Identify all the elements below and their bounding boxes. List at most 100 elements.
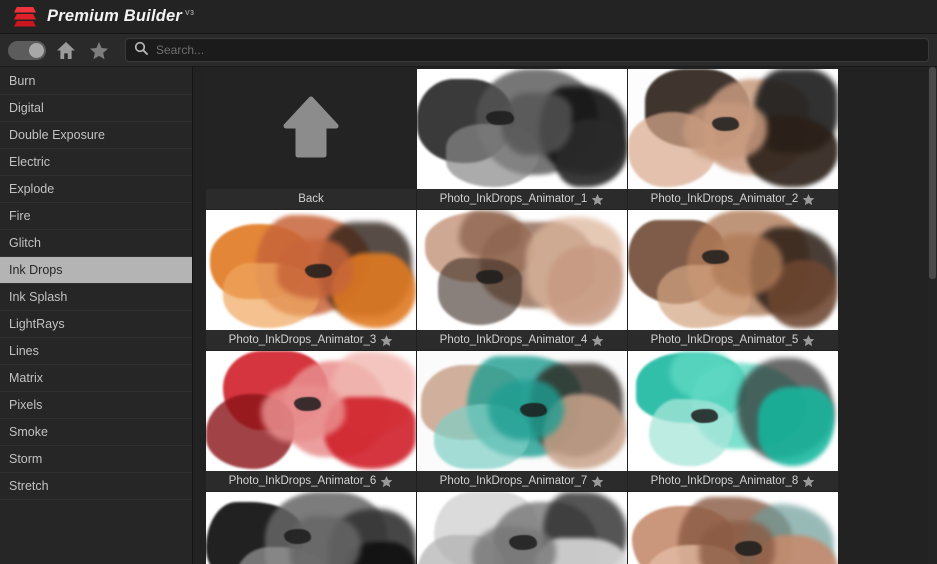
sidebar-item-label: Explode: [9, 182, 55, 196]
thumbnail-tile[interactable]: Photo_InkDrops_Animator_3: [206, 210, 416, 350]
thumbnail-caption: Photo_InkDrops_Animator_1: [417, 189, 627, 209]
sidebar-item-label: Ink Splash: [9, 290, 68, 304]
thumbnail-label: Photo_InkDrops_Animator_5: [650, 334, 799, 346]
thumbnail-artwork: [417, 210, 627, 330]
favorite-star-icon[interactable]: [591, 193, 604, 206]
sidebar-item-label: Smoke: [9, 425, 48, 439]
thumbnail-image[interactable]: [206, 492, 416, 564]
back-tile[interactable]: Back: [206, 69, 416, 209]
search-icon: [134, 41, 148, 60]
toolbar: [0, 34, 937, 67]
sidebar-item-smoke[interactable]: Smoke: [0, 419, 192, 446]
thumbnail-label: Photo_InkDrops_Animator_2: [650, 193, 799, 205]
thumbnail-label: Photo_InkDrops_Animator_6: [228, 475, 377, 487]
thumbnail-image[interactable]: [628, 210, 838, 330]
thumbnail-artwork: [628, 210, 838, 330]
thumbnail-tile[interactable]: Photo_InkDrops_Animator_8: [628, 351, 838, 491]
sidebar-item-glitch[interactable]: Glitch: [0, 230, 192, 257]
sidebar-item-label: Pixels: [9, 398, 43, 412]
sidebar-item-lines[interactable]: Lines: [0, 338, 192, 365]
thumbnail-image[interactable]: [417, 210, 627, 330]
sidebar-item-label: Burn: [9, 74, 36, 88]
thumbnail-tile[interactable]: Photo_InkDrops_Animator_1: [417, 69, 627, 209]
home-icon[interactable]: [53, 37, 79, 63]
view-mode-toggle[interactable]: [8, 40, 46, 60]
thumbnail-image[interactable]: [628, 69, 838, 189]
thumbnail-image[interactable]: [206, 351, 416, 471]
favorite-star-icon[interactable]: [802, 475, 815, 488]
thumbnail-image[interactable]: [628, 492, 838, 564]
sidebar-item-label: LightRays: [9, 317, 65, 331]
thumbnail-artwork: [206, 351, 416, 471]
sidebar-item-electric[interactable]: Electric: [0, 149, 192, 176]
thumbnail-grid: Back Photo_InkDrops_Animator_1 Photo_InkDr…: [206, 69, 838, 564]
thumbnail-label: Photo_InkDrops_Animator_1: [439, 193, 588, 205]
thumbnail-caption: Photo_InkDrops_Animator_5: [628, 330, 838, 350]
sidebar-item-ink-drops[interactable]: Ink Drops: [0, 257, 192, 284]
favorites-star-icon[interactable]: [86, 37, 112, 63]
thumbnail-artwork: [417, 351, 627, 471]
thumbnail-image[interactable]: [206, 210, 416, 330]
sidebar-item-stretch[interactable]: Stretch: [0, 473, 192, 500]
favorite-star-icon[interactable]: [802, 334, 815, 347]
category-sidebar: Burn Digital Double Exposure Electric Explod…: [0, 67, 193, 564]
search-bar[interactable]: [125, 38, 929, 62]
sidebar-item-explode[interactable]: Explode: [0, 176, 192, 203]
sidebar-item-label: Stretch: [9, 479, 49, 493]
sidebar-item-label: Matrix: [9, 371, 44, 385]
app-version-badge: V3: [185, 9, 195, 17]
favorite-star-icon[interactable]: [380, 475, 393, 488]
vertical-scrollbar[interactable]: [928, 67, 937, 564]
thumbnail-tile[interactable]: Photo_InkDrops_Animator_5: [628, 210, 838, 350]
sidebar-item-label: Glitch: [9, 236, 41, 250]
back-thumbnail[interactable]: [206, 69, 416, 189]
sidebar-item-storm[interactable]: Storm: [0, 446, 192, 473]
thumbnail-tile[interactable]: Photo_InkDrops_Animator_2: [628, 69, 838, 209]
sidebar-item-matrix[interactable]: Matrix: [0, 365, 192, 392]
sidebar-item-double-exposure[interactable]: Double Exposure: [0, 122, 192, 149]
thumbnail-image[interactable]: [417, 492, 627, 564]
thumbnail-caption: Photo_InkDrops_Animator_2: [628, 189, 838, 209]
thumbnail-artwork: [206, 210, 416, 330]
sidebar-item-label: Digital: [9, 101, 44, 115]
thumbnail-artwork: [628, 492, 838, 564]
thumbnail-tile[interactable]: [628, 492, 838, 564]
sidebar-item-label: Storm: [9, 452, 43, 466]
thumbnail-label: Photo_InkDrops_Animator_7: [439, 475, 588, 487]
stacked-layers-icon: [12, 4, 38, 30]
up-arrow-icon: [283, 96, 339, 163]
sidebar-item-lightrays[interactable]: LightRays: [0, 311, 192, 338]
thumbnail-caption: Photo_InkDrops_Animator_3: [206, 330, 416, 350]
thumbnail-tile[interactable]: [417, 492, 627, 564]
sidebar-item-ink-splash[interactable]: Ink Splash: [0, 284, 192, 311]
sidebar-item-fire[interactable]: Fire: [0, 203, 192, 230]
sidebar-item-label: Lines: [9, 344, 39, 358]
scrollbar-thumb[interactable]: [929, 67, 936, 279]
thumbnail-artwork: [417, 69, 627, 189]
title-bar: Premium Builder V3: [0, 0, 937, 34]
sidebar-item-digital[interactable]: Digital: [0, 95, 192, 122]
page-title: Premium Builder V3: [47, 7, 194, 26]
sidebar-item-label: Electric: [9, 155, 50, 169]
thumbnail-tile[interactable]: Photo_InkDrops_Animator_6: [206, 351, 416, 491]
app-title-text: Premium Builder: [47, 7, 183, 25]
favorite-star-icon[interactable]: [591, 475, 604, 488]
favorite-star-icon[interactable]: [380, 334, 393, 347]
thumbnail-tile[interactable]: [206, 492, 416, 564]
application-window: Premium Builder V3 Search... Burn Digita…: [0, 0, 937, 564]
favorite-star-icon[interactable]: [591, 334, 604, 347]
thumbnail-image[interactable]: [417, 351, 627, 471]
thumbnail-caption: Photo_InkDrops_Animator_4: [417, 330, 627, 350]
sidebar-item-pixels[interactable]: Pixels: [0, 392, 192, 419]
back-caption: Back: [206, 189, 416, 209]
thumbnail-artwork: [206, 492, 416, 564]
thumbnail-label: Photo_InkDrops_Animator_8: [650, 475, 799, 487]
thumbnail-image[interactable]: [417, 69, 627, 189]
thumbnail-tile[interactable]: Photo_InkDrops_Animator_4: [417, 210, 627, 350]
sidebar-item-burn[interactable]: Burn: [0, 68, 192, 95]
thumbnail-tile[interactable]: Photo_InkDrops_Animator_7: [417, 351, 627, 491]
favorite-star-icon[interactable]: [802, 193, 815, 206]
search-input[interactable]: [156, 43, 920, 57]
thumbnail-caption: Photo_InkDrops_Animator_8: [628, 471, 838, 491]
thumbnail-image[interactable]: [628, 351, 838, 471]
